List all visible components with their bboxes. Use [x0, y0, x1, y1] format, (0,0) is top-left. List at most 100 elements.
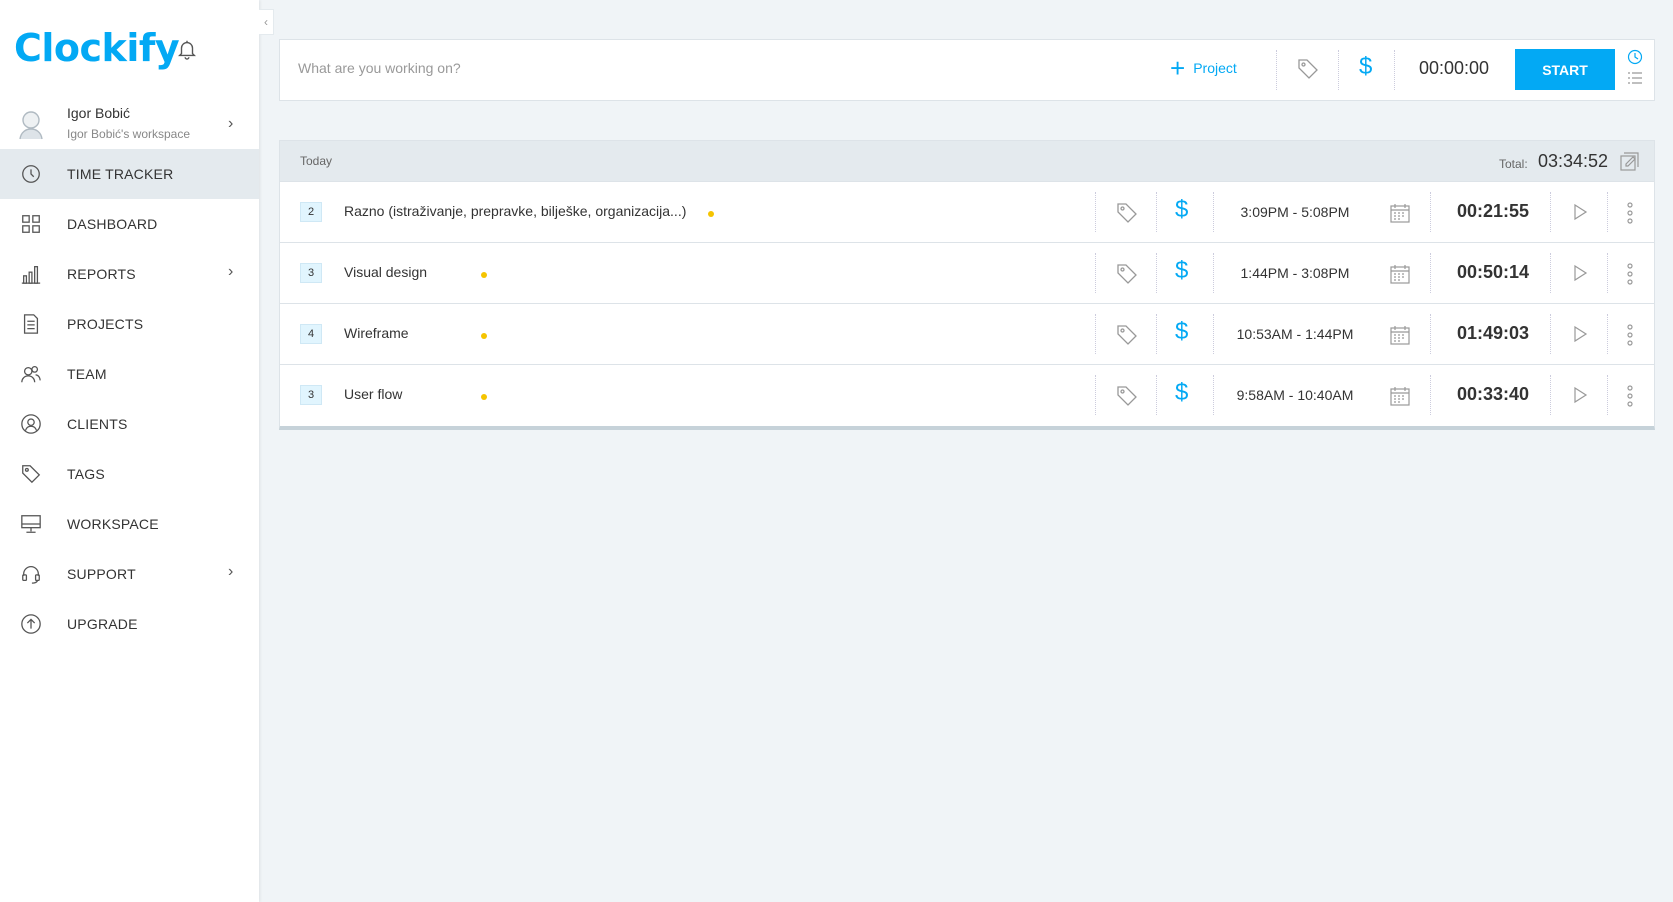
divider [1607, 314, 1608, 354]
tag-icon[interactable] [1296, 57, 1320, 81]
entry-description[interactable]: Wireframe [344, 325, 409, 341]
divider [1095, 253, 1096, 293]
billable-dollar-icon[interactable]: $ [1175, 318, 1188, 346]
divider [1276, 50, 1277, 90]
entry-count-badge[interactable]: 2 [300, 202, 322, 222]
divider [1095, 192, 1096, 232]
team-icon [21, 366, 41, 383]
billable-dollar-icon[interactable]: $ [1359, 53, 1372, 81]
grid-icon [22, 215, 40, 233]
tag-icon[interactable] [1115, 323, 1139, 347]
time-entry[interactable]: 4 Wireframe $ 10:53AM - 1:44PM 01:49:03 [280, 304, 1654, 365]
sidebar-item-tags[interactable]: TAGS [0, 449, 259, 499]
entry-duration[interactable]: 00:33:40 [1448, 384, 1538, 405]
divider [1095, 314, 1096, 354]
bell-icon[interactable] [176, 38, 198, 60]
sidebar: Clockify Igor Bobić Igor Bobić's workspa… [0, 0, 259, 902]
chevron-right-icon: › [228, 563, 234, 580]
sidebar-item-team[interactable]: TEAM [0, 349, 259, 399]
project-dot[interactable] [481, 394, 487, 400]
more-options-icon[interactable] [1626, 201, 1634, 225]
calendar-icon[interactable] [1389, 263, 1411, 285]
description-input[interactable] [298, 60, 1058, 76]
chevron-right-icon: › [228, 263, 234, 280]
more-options-icon[interactable] [1626, 384, 1634, 408]
bulk-edit-icon[interactable] [1619, 151, 1641, 173]
end-time: 1:44PM [1305, 326, 1354, 342]
divider [1430, 314, 1431, 354]
entry-count-badge[interactable]: 3 [300, 385, 322, 405]
entry-time-range[interactable]: 10:53AM - 1:44PM [1220, 326, 1370, 342]
entry-duration[interactable]: 00:21:55 [1448, 201, 1538, 222]
day-group: Today Total: 03:34:52 2 Razno (istraživa… [279, 140, 1655, 430]
project-dot[interactable] [708, 211, 714, 217]
sidebar-item-label: TAGS [67, 466, 105, 482]
divider [1213, 253, 1214, 293]
sidebar-item-dashboard[interactable]: DASHBOARD [0, 199, 259, 249]
divider [1213, 314, 1214, 354]
play-icon[interactable] [1571, 386, 1589, 404]
billable-dollar-icon[interactable]: $ [1175, 379, 1188, 407]
time-entry[interactable]: 3 Visual design $ 1:44PM - 3:08PM 00:50:… [280, 243, 1654, 304]
add-project-button[interactable]: + Project [1170, 53, 1237, 83]
sidebar-item-reports[interactable]: REPORTS › [0, 249, 259, 299]
play-icon[interactable] [1571, 264, 1589, 282]
divider [1430, 375, 1431, 415]
sidebar-item-label: CLIENTS [67, 416, 128, 432]
entry-description[interactable]: Razno (istraživanje, prepravke, bilješke… [344, 203, 686, 219]
play-icon[interactable] [1571, 325, 1589, 343]
plus-icon: + [1170, 53, 1186, 83]
project-dot[interactable] [481, 333, 487, 339]
divider [1550, 314, 1551, 354]
divider [1607, 253, 1608, 293]
entry-time-range[interactable]: 1:44PM - 3:08PM [1220, 265, 1370, 281]
more-options-icon[interactable] [1626, 323, 1634, 347]
timer-mode-clock-icon[interactable] [1627, 49, 1643, 65]
sidebar-item-upgrade[interactable]: UPGRADE [0, 599, 259, 649]
entry-duration[interactable]: 00:50:14 [1448, 262, 1538, 283]
sidebar-item-workspace[interactable]: WORKSPACE [0, 499, 259, 549]
divider [1550, 192, 1551, 232]
entry-description[interactable]: Visual design [344, 264, 427, 280]
tag-icon[interactable] [1115, 262, 1139, 286]
sidebar-item-projects[interactable]: PROJECTS [0, 299, 259, 349]
billable-dollar-icon[interactable]: $ [1175, 257, 1188, 285]
sidebar-item-time-tracker[interactable]: TIME TRACKER [0, 149, 259, 199]
calendar-icon[interactable] [1389, 324, 1411, 346]
entry-count-badge[interactable]: 3 [300, 263, 322, 283]
calendar-icon[interactable] [1389, 202, 1411, 224]
project-dot[interactable] [481, 272, 487, 278]
time-entry[interactable]: 3 User flow $ 9:58AM - 10:40AM 00:33:40 [280, 365, 1654, 426]
sidebar-item-label: PROJECTS [67, 316, 144, 332]
sidebar-collapse-button[interactable]: ‹ [259, 9, 274, 35]
sidebar-item-label: TEAM [67, 366, 107, 382]
tag-icon[interactable] [1115, 201, 1139, 225]
time-entry[interactable]: 2 Razno (istraživanje, prepravke, bilješ… [280, 182, 1654, 243]
sidebar-nav: TIME TRACKER DASHBOARD REPORTS › PROJECT… [0, 149, 259, 649]
tag-icon[interactable] [1115, 384, 1139, 408]
entry-description[interactable]: User flow [344, 386, 402, 402]
calendar-icon[interactable] [1389, 385, 1411, 407]
entry-time-range[interactable]: 9:58AM - 10:40AM [1220, 387, 1370, 403]
user-menu[interactable]: Igor Bobić Igor Bobić's workspace › [0, 100, 259, 148]
start-button[interactable]: START [1515, 49, 1615, 90]
timer-bar: + Project $ 00:00:00 START [279, 39, 1655, 101]
divider [1550, 375, 1551, 415]
logo[interactable]: Clockify [14, 26, 180, 70]
play-icon[interactable] [1571, 203, 1589, 221]
bar-chart-icon [21, 266, 41, 284]
sidebar-item-clients[interactable]: CLIENTS [0, 399, 259, 449]
divider [1607, 192, 1608, 232]
billable-dollar-icon[interactable]: $ [1175, 196, 1188, 224]
entry-time-range[interactable]: 3:09PM - 5:08PM [1220, 204, 1370, 220]
manual-mode-list-icon[interactable] [1627, 71, 1643, 85]
entry-duration[interactable]: 01:49:03 [1448, 323, 1538, 344]
sidebar-item-support[interactable]: SUPPORT › [0, 549, 259, 599]
entry-count-badge[interactable]: 4 [300, 324, 322, 344]
divider [1156, 314, 1157, 354]
upload-circle-icon [21, 614, 41, 634]
more-options-icon[interactable] [1626, 262, 1634, 286]
divider [1550, 253, 1551, 293]
total-duration: 03:34:52 [1538, 151, 1609, 171]
sidebar-item-label: TIME TRACKER [67, 166, 174, 182]
